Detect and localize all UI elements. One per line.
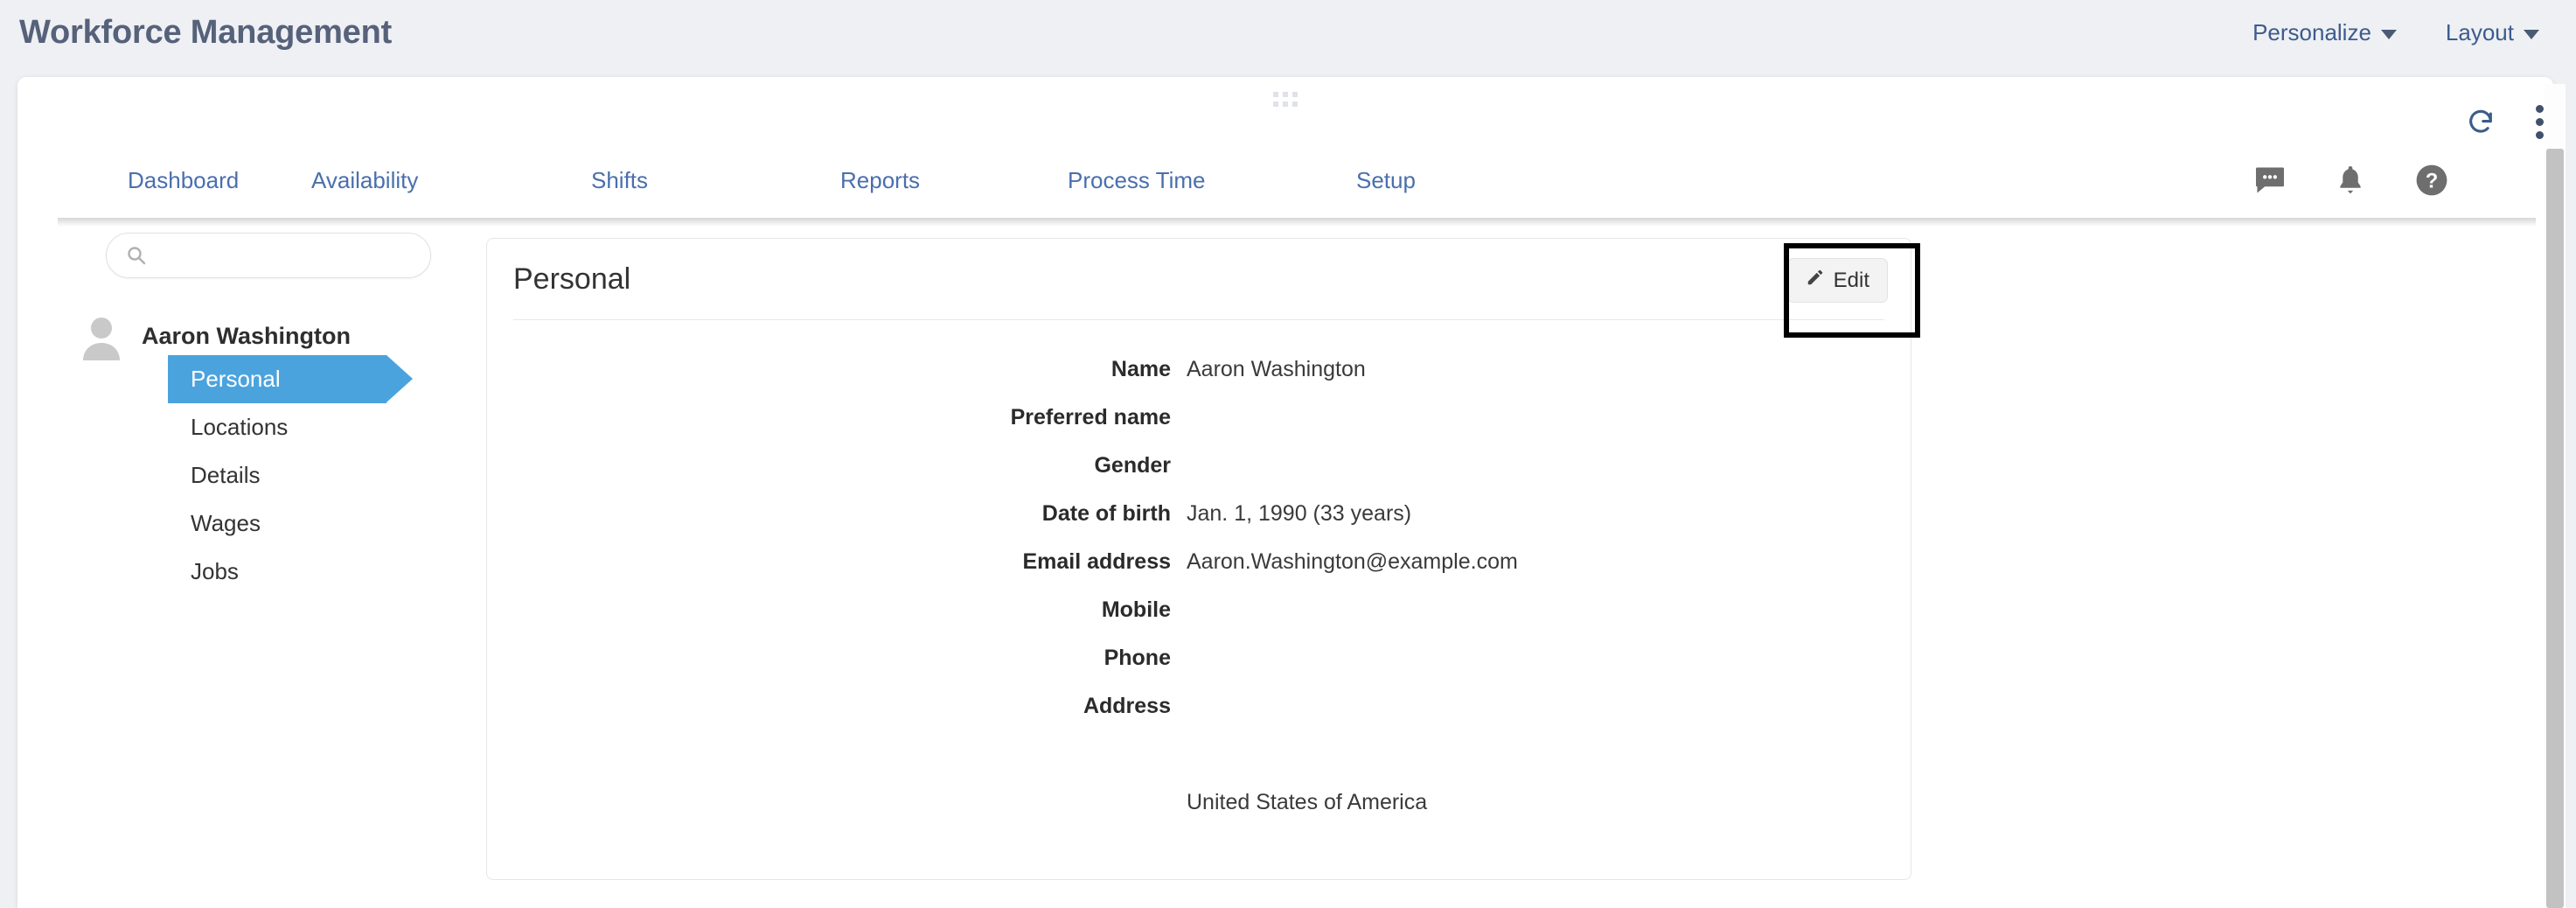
field-value-address-country: United States of America xyxy=(1187,790,1428,814)
app-bar-actions: Personalize Layout xyxy=(2252,19,2539,46)
personalize-menu-label: Personalize xyxy=(2252,18,2371,45)
search-box[interactable] xyxy=(106,233,442,278)
refresh-icon[interactable] xyxy=(2466,108,2496,137)
personal-field-list: Name Aaron Washington Preferred name Gen… xyxy=(487,320,1911,838)
sidebar-item-details[interactable]: Details xyxy=(168,451,386,499)
sidebar-menu: Personal Locations Details Wages Jobs xyxy=(58,355,469,596)
field-label-phone: Phone xyxy=(1104,646,1171,670)
pencil-icon xyxy=(1806,268,1825,293)
sidebar-item-label: Personal xyxy=(191,366,281,392)
drag-handle-icon[interactable] xyxy=(1273,92,1298,107)
nav-icons: ? xyxy=(2254,164,2448,197)
field-label-address: Address xyxy=(1083,694,1171,718)
field-row-spacer xyxy=(487,742,1911,790)
nav-tabs: Dashboard Availability Shifts Reports Pr… xyxy=(58,167,1531,194)
field-row-address-country: United States of America xyxy=(487,790,1911,838)
field-value-date-of-birth: Jan. 1, 1990 (33 years) xyxy=(1187,501,1412,526)
sidebar-item-wages[interactable]: Wages xyxy=(168,499,386,548)
field-row: Gender xyxy=(487,453,1911,501)
field-row: Date of birth Jan. 1, 1990 (33 years) xyxy=(487,501,1911,549)
field-label-preferred-name: Preferred name xyxy=(1010,405,1171,430)
sidebar-item-label: Locations xyxy=(191,414,289,440)
personal-panel: Personal Edit Name Aaron Washington Pref… xyxy=(486,238,1911,880)
field-row: Address xyxy=(487,694,1911,742)
kebab-menu-icon[interactable] xyxy=(2534,103,2544,141)
tab-dashboard[interactable]: Dashboard xyxy=(58,167,311,194)
sidebar-item-label: Details xyxy=(191,462,261,488)
sidebar-item-label: Jobs xyxy=(191,558,239,584)
chevron-down-icon xyxy=(2380,29,2397,39)
card-tools xyxy=(2466,103,2544,141)
field-label-gender: Gender xyxy=(1094,453,1171,478)
scrollbar-thumb[interactable] xyxy=(2546,149,2564,908)
help-icon[interactable]: ? xyxy=(2415,164,2448,197)
field-row: Preferred name xyxy=(487,405,1911,453)
panel-title: Personal xyxy=(513,262,631,296)
layout-menu-label: Layout xyxy=(2445,18,2514,45)
field-label-mobile: Mobile xyxy=(1101,597,1171,622)
layout-menu[interactable]: Layout xyxy=(2446,19,2539,46)
bell-icon[interactable] xyxy=(2336,164,2364,196)
personalize-menu[interactable]: Personalize xyxy=(2252,19,2397,46)
person-header: Aaron Washington xyxy=(58,311,469,360)
search-input[interactable] xyxy=(147,243,442,268)
sidebar-item-jobs[interactable]: Jobs xyxy=(168,548,386,596)
field-value-email-address: Aaron.Washington@example.com xyxy=(1187,549,1518,574)
field-row: Phone xyxy=(487,646,1911,694)
tab-reports[interactable]: Reports xyxy=(840,167,1068,194)
chevron-down-icon xyxy=(2524,29,2539,39)
field-value-name: Aaron Washington xyxy=(1187,357,1366,381)
search-icon xyxy=(126,245,147,266)
field-row: Mobile xyxy=(487,597,1911,646)
chat-icon[interactable] xyxy=(2254,166,2286,194)
sidebar-item-locations[interactable]: Locations xyxy=(168,403,386,451)
field-label-date-of-birth: Date of birth xyxy=(1041,501,1171,526)
avatar-icon xyxy=(77,311,126,360)
sidebar-item-personal[interactable]: Personal xyxy=(168,355,413,403)
tab-setup[interactable]: Setup xyxy=(1356,167,1531,194)
page-title: Workforce Management xyxy=(19,13,393,51)
navigation-bar: Dashboard Availability Shifts Reports Pr… xyxy=(58,142,2536,219)
tab-process-time[interactable]: Process Time xyxy=(1068,167,1356,194)
app-bar: Workforce Management Personalize Layout xyxy=(0,0,2576,65)
sidebar-item-label: Wages xyxy=(191,510,261,536)
field-row: Name Aaron Washington xyxy=(487,357,1911,405)
tab-shifts[interactable]: Shifts xyxy=(591,167,840,194)
field-row: Email address Aaron.Washington@example.c… xyxy=(487,549,1911,597)
field-label-name: Name xyxy=(1110,357,1171,381)
person-name: Aaron Washington xyxy=(142,322,351,349)
edit-button[interactable]: Edit xyxy=(1786,258,1888,303)
field-label-email-address: Email address xyxy=(1022,549,1171,574)
tab-availability[interactable]: Availability xyxy=(311,167,591,194)
edit-button-label: Edit xyxy=(1833,268,1869,292)
svg-text:?: ? xyxy=(2426,170,2439,193)
panel-header: Personal Edit xyxy=(487,239,1911,319)
sidebar: Aaron Washington Personal Locations Deta… xyxy=(58,233,469,845)
